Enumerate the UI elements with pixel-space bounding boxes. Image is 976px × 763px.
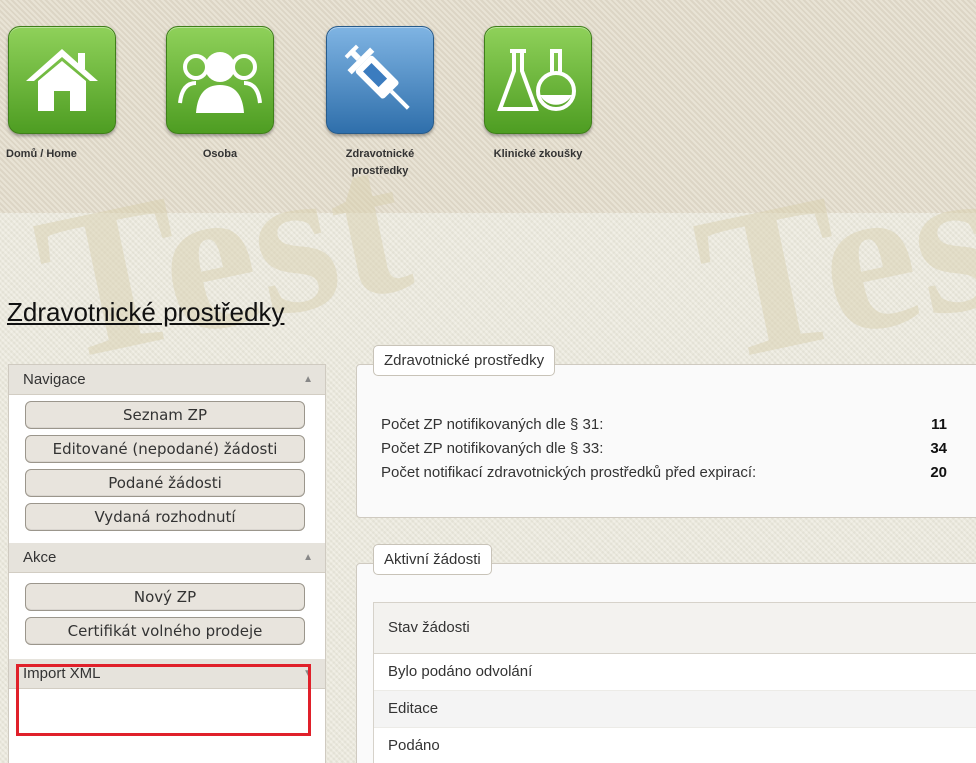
nav-tile-klinicke[interactable]: Klinické zkoušky bbox=[483, 26, 593, 163]
expand-down-icon[interactable]: ▼ bbox=[303, 668, 313, 679]
stat-label: Počet ZP notifikovaných dle § 33: bbox=[381, 440, 604, 457]
sidebar: Navigace ▲ Seznam ZP Editované (nepodané… bbox=[8, 364, 326, 763]
stat-row: Počet ZP notifikovaných dle § 31: 11 bbox=[381, 413, 947, 437]
stat-label: Počet ZP notifikovaných dle § 31: bbox=[381, 416, 604, 433]
section-title: Import XML bbox=[23, 665, 101, 682]
stat-value: 11 bbox=[931, 416, 947, 433]
editovane-zadosti-button[interactable]: Editované (nepodané) žádosti bbox=[25, 435, 305, 463]
nav-tile-osoba[interactable]: Osoba bbox=[165, 26, 275, 163]
seznam-zp-button[interactable]: Seznam ZP bbox=[25, 401, 305, 429]
collapse-up-icon[interactable]: ▲ bbox=[303, 374, 313, 385]
nav-label-osoba[interactable]: Osoba bbox=[165, 146, 275, 163]
stat-value: 34 bbox=[930, 440, 947, 457]
home-icon[interactable] bbox=[8, 26, 116, 134]
column-header[interactable]: Stav žádosti bbox=[374, 603, 976, 654]
sidebar-section-akce[interactable]: Akce ▲ bbox=[9, 543, 325, 573]
syringe-icon[interactable] bbox=[326, 26, 434, 134]
panel-legend: Zdravotnické prostředky bbox=[373, 345, 556, 376]
flask-icon[interactable] bbox=[484, 26, 592, 134]
novy-zp-button[interactable]: Nový ZP bbox=[25, 583, 305, 611]
nav-label-zdravotnicke[interactable]: Zdravotnické prostředky bbox=[325, 146, 435, 180]
nav-tile-zdravotnicke[interactable]: Zdravotnické prostředky bbox=[325, 26, 435, 180]
certifikat-volneho-prodeje-button[interactable]: Certifikát volného prodeje bbox=[25, 617, 305, 645]
vydana-rozhodnuti-button[interactable]: Vydaná rozhodnutí bbox=[25, 503, 305, 531]
stat-row: Počet notifikací zdravotnických prostřed… bbox=[381, 461, 947, 485]
active-requests-panel: Aktivní žádosti Stav žádosti Bylo podáno… bbox=[356, 544, 976, 763]
sidebar-section-navigace[interactable]: Navigace ▲ bbox=[9, 365, 325, 395]
stat-value: 20 bbox=[930, 464, 947, 481]
table-row[interactable]: Editace bbox=[374, 691, 976, 728]
table-row[interactable]: Podáno bbox=[374, 728, 976, 763]
collapse-up-icon[interactable]: ▲ bbox=[303, 552, 313, 563]
stat-label: Počet notifikací zdravotnických prostřed… bbox=[381, 464, 757, 481]
podane-zadosti-button[interactable]: Podané žádosti bbox=[25, 469, 305, 497]
stats-panel: Zdravotnické prostředky Počet ZP notifik… bbox=[356, 345, 976, 518]
section-title: Akce bbox=[23, 549, 57, 566]
nav-label-klinicke[interactable]: Klinické zkoušky bbox=[483, 146, 593, 163]
sidebar-section-import[interactable]: Import XML ▼ bbox=[9, 659, 325, 689]
requests-table: Stav žádosti Bylo podáno odvolání Editac… bbox=[373, 602, 976, 763]
nav-tile-home[interactable]: Domů / Home bbox=[0, 26, 116, 163]
people-icon[interactable] bbox=[166, 26, 274, 134]
stat-row: Počet ZP notifikovaných dle § 33: 34 bbox=[381, 437, 947, 461]
section-title: Navigace bbox=[23, 371, 86, 388]
panel-legend: Aktivní žádosti bbox=[373, 544, 492, 575]
nav-label-home[interactable]: Domů / Home bbox=[0, 146, 110, 163]
table-row[interactable]: Bylo podáno odvolání bbox=[374, 654, 976, 691]
page-title: Zdravotnické prostředky bbox=[7, 297, 285, 327]
